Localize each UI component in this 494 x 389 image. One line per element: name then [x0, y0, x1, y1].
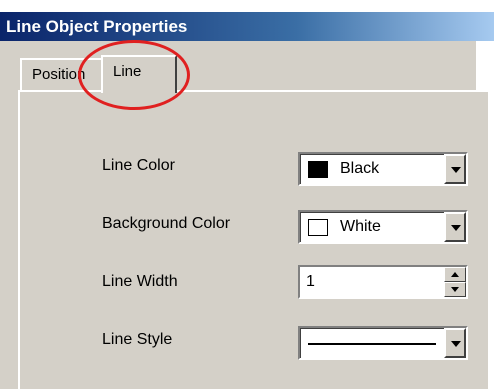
line-color-value: Black [340, 160, 380, 177]
spin-up-icon[interactable] [444, 267, 466, 282]
tab-position-label: Position [32, 66, 86, 83]
line-width-value[interactable]: 1 [306, 273, 315, 291]
chevron-down-icon[interactable] [444, 328, 466, 358]
line-style-dropdown[interactable] [298, 326, 468, 360]
top-margin [0, 0, 494, 12]
tab-position[interactable]: Position [20, 58, 106, 90]
black-swatch [308, 161, 328, 178]
chevron-down-icon[interactable] [444, 154, 466, 184]
spin-down-icon[interactable] [444, 282, 466, 297]
background-color-dropdown[interactable]: White [298, 210, 468, 244]
line-color-label: Line Color [102, 157, 175, 174]
background-color-label: Background Color [102, 215, 231, 232]
white-swatch [308, 219, 328, 236]
chevron-down-icon[interactable] [444, 212, 466, 242]
tab-line[interactable]: Line [101, 55, 177, 93]
line-width-label: Line Width [102, 273, 178, 290]
title-bar: Line Object Properties [0, 12, 494, 41]
line-style-label: Line Style [102, 331, 173, 348]
line-width-spinner[interactable]: 1 [298, 265, 468, 299]
dialog-window: Line Object Properties Position Line Lin… [0, 0, 494, 389]
solid-line-sample [308, 343, 436, 345]
background-color-value: White [340, 218, 381, 235]
tab-line-label: Line [113, 63, 142, 80]
window-title: Line Object Properties [6, 17, 188, 36]
line-color-dropdown[interactable]: Black [298, 152, 468, 186]
